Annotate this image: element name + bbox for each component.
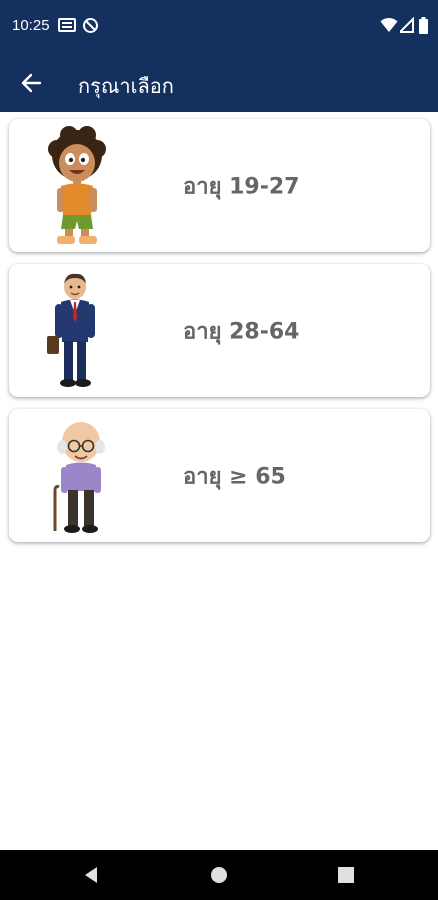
battery-icon	[419, 17, 428, 38]
young-person-figure	[39, 125, 119, 245]
age-option-card[interactable]: อายุ 19-27	[9, 119, 430, 252]
businessman-figure	[39, 270, 119, 390]
age-range-label: อายุ 19-27	[183, 174, 300, 199]
message-icon	[58, 17, 76, 37]
navigation-bar	[0, 850, 438, 900]
age-range-label: อายุ ≥ 65	[183, 464, 286, 489]
page-title: กรุณาเลือก	[78, 74, 174, 98]
age-option-list: อายุ 19-27 อายุ 28-64 อายุ ≥ 65	[0, 112, 438, 850]
app-bar: กรุณาเลือก	[0, 54, 438, 112]
status-time: 10:25	[12, 17, 50, 34]
wifi-icon	[380, 17, 398, 37]
elderly-person-figure	[39, 415, 119, 535]
signal-icon	[397, 16, 414, 37]
age-option-card[interactable]: อายุ 28-64	[9, 264, 430, 397]
nosync-icon	[82, 17, 99, 38]
status-bar: 10:25	[0, 0, 438, 54]
arrow-left-icon	[20, 72, 42, 98]
home-circle-icon[interactable]	[207, 863, 231, 887]
back-triangle-icon[interactable]	[80, 863, 104, 887]
back-button[interactable]	[12, 63, 52, 103]
age-range-label: อายุ 28-64	[183, 319, 300, 344]
age-option-card[interactable]: อายุ ≥ 65	[9, 409, 430, 542]
recents-square-icon[interactable]	[334, 863, 358, 887]
